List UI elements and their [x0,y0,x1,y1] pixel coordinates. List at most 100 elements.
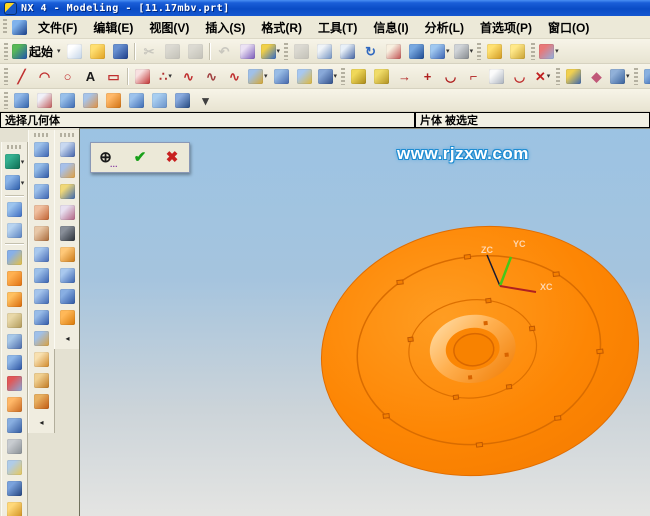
menu-item-tools[interactable]: 工具(T) [310,17,365,38]
measure-angle-button[interactable] [506,40,529,62]
edit-curve-parameters-button[interactable] [370,65,393,87]
datum-csys-button[interactable]: ◆ [585,65,608,87]
thicken-sheet-button[interactable] [56,89,79,111]
trim-sheet-button[interactable] [10,89,33,111]
sew-button[interactable] [79,89,102,111]
point-dialog-button[interactable]: ⊕… [95,145,121,170]
circle-button[interactable]: ○ [56,65,79,87]
thread-button[interactable] [3,478,26,499]
render-style-button[interactable]: ▾ [452,40,476,62]
toolbar-collapse-button[interactable]: ◂ [56,328,79,349]
new-part-button[interactable] [63,40,86,62]
dropdown-arrow-icon[interactable]: ▾ [334,72,338,80]
cross-curve-button[interactable]: + [416,65,439,87]
law-extension-button[interactable] [30,328,53,349]
toolbar-drag-handle[interactable] [341,68,345,85]
undo-button[interactable]: ↶ [213,40,236,62]
draft-angle-button[interactable] [33,89,56,111]
swept-surface-button[interactable]: ▾ [246,65,270,87]
trim-curve-button[interactable]: ✕▾ [531,65,554,87]
toolbar-drag-handle[interactable] [60,133,76,137]
ok-button[interactable]: ✔ [127,145,153,170]
part-body[interactable] [307,209,650,494]
patch-body-button[interactable] [102,89,125,111]
measure-distance-button[interactable] [483,40,506,62]
toolbar-drag-handle[interactable] [477,43,481,60]
dropdown-arrow-icon[interactable]: ▾ [168,72,172,80]
toolbar-drag-handle[interactable] [4,43,8,60]
pan-button[interactable] [382,40,405,62]
box-button[interactable] [56,286,79,307]
offset-surface-button[interactable] [125,89,148,111]
block-button[interactable] [3,310,26,331]
open-button[interactable] [86,40,109,62]
cut-button[interactable]: ✂ [138,40,161,62]
datum-plane-button[interactable]: ▾ [537,40,561,62]
more-features-button[interactable]: ▾ [194,89,217,111]
extend-curve-button[interactable]: → [393,65,416,87]
deform-button[interactable] [56,160,79,181]
menu-item-edit[interactable]: 编辑(E) [85,17,141,38]
arc-button[interactable]: ◠ [33,65,56,87]
sphere-feature-button[interactable] [3,457,26,478]
dropdown-arrow-icon[interactable]: ▾ [470,47,474,55]
toolbar-drag-handle[interactable] [34,133,50,137]
hole-button[interactable] [3,415,26,436]
dropdown-arrow-icon[interactable]: ▾ [21,179,25,187]
dropdown-arrow-icon[interactable]: ▾ [555,47,559,55]
bend-curve-button[interactable]: ◡ [439,65,462,87]
extension-surface-button[interactable] [30,307,53,328]
corner-curve-button[interactable]: ⌐ [462,65,485,87]
wrap-geometry-button[interactable] [56,181,79,202]
menu-item-format[interactable]: 格式(R) [253,17,310,38]
quilt-button[interactable] [56,202,79,223]
menu-item-analysis[interactable]: 分析(L) [417,17,472,38]
menu-item-view[interactable]: 视图(V) [141,17,197,38]
toolbar-drag-handle[interactable] [556,68,560,85]
toolbar-drag-handle[interactable] [3,19,7,35]
menu-item-window[interactable]: 窗口(O) [540,17,597,38]
point-set-button[interactable]: ∴▾ [154,65,177,87]
graphics-viewport[interactable]: ZC YC XC www.rjzxw.com ⊕…✔✖ [79,128,650,516]
tube-button[interactable]: ▾ [316,65,340,87]
trimmed-sheet-button[interactable] [30,370,53,391]
through-curves-button[interactable] [30,202,53,223]
section-surface-button[interactable] [30,244,53,265]
dropdown-arrow-icon[interactable]: ▾ [21,158,25,166]
sketch-button[interactable] [562,65,585,87]
sphere-primitive-button[interactable] [293,65,316,87]
dropdown-arrow-icon[interactable]: ▾ [547,72,551,80]
swept-button[interactable] [30,160,53,181]
dome-button[interactable] [3,499,26,516]
pocket-button[interactable] [3,352,26,373]
snap-point-button[interactable]: ▾ [3,172,27,193]
fold-button[interactable] [56,307,79,328]
emboss-button[interactable] [56,244,79,265]
toolbar-drag-handle[interactable] [4,92,8,109]
unite-button[interactable] [640,65,650,87]
copy-button[interactable] [161,40,184,62]
save-button[interactable] [109,40,132,62]
toolbar-drag-handle[interactable] [531,43,535,60]
scale-body-button[interactable] [148,89,171,111]
four-point-surface-button[interactable] [30,139,53,160]
shaded-display-button[interactable] [3,199,26,220]
menu-item-insert[interactable]: 插入(S) [197,17,253,38]
bead-button[interactable] [56,265,79,286]
ruled-surface-button[interactable] [270,65,293,87]
perspective-button[interactable] [405,40,428,62]
through-curve-mesh-button[interactable] [30,223,53,244]
toolbar-collapse-button[interactable]: ◂ [30,412,53,433]
zoom-button[interactable] [336,40,359,62]
n-sided-surface-button[interactable] [30,286,53,307]
toolbar-drag-handle[interactable] [7,145,23,149]
basic-curves-button[interactable] [131,65,154,87]
paste-button[interactable] [184,40,207,62]
free-form-button[interactable] [30,391,53,412]
groove-button[interactable] [3,394,26,415]
help-button[interactable]: ▾ [259,40,283,62]
text-button[interactable]: A [79,65,102,87]
cylinder-primitive-button[interactable] [3,436,26,457]
mirror-feature-button[interactable]: ▾ [608,65,632,87]
extrude-button[interactable] [3,247,26,268]
